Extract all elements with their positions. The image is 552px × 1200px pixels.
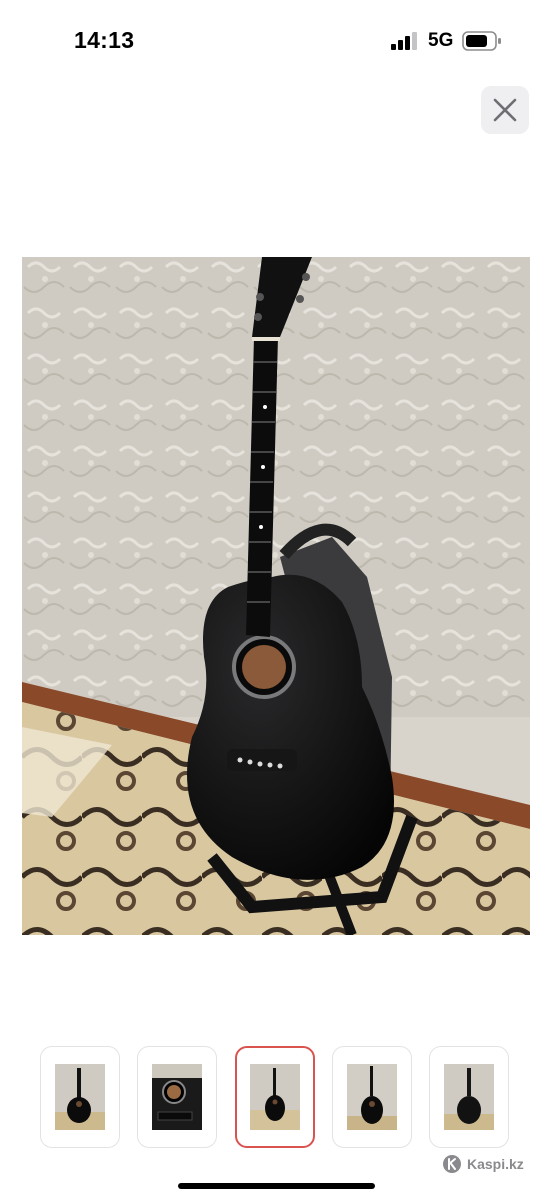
thumbnail-3-selected[interactable] (235, 1046, 315, 1148)
guitar-photo-image (22, 257, 530, 935)
thumbnail-5[interactable] (429, 1046, 509, 1148)
thumbnail-4[interactable] (332, 1046, 412, 1148)
network-label: 5G (428, 30, 454, 51)
guitar-back-thumb (444, 1064, 494, 1130)
guitar-on-stand-thumb (250, 1064, 300, 1130)
kaspi-branding: Kaspi.kz (442, 1153, 524, 1175)
guitar-front-thumb (347, 1064, 397, 1130)
thumbnail-1[interactable] (40, 1046, 120, 1148)
thumbnail-2[interactable] (137, 1046, 217, 1148)
thumbnail-strip (40, 1046, 512, 1150)
signal-bars-icon (391, 32, 417, 50)
kaspi-logo-icon (443, 1155, 461, 1173)
main-product-photo[interactable] (22, 257, 530, 935)
status-bar: 14:13 5G (0, 0, 552, 80)
guitar-soundhole-closeup-thumb (152, 1064, 202, 1130)
status-time: 14:13 (74, 27, 135, 53)
battery-icon (462, 31, 501, 51)
close-icon (493, 98, 517, 122)
brand-text: Kaspi.kz (467, 1156, 524, 1172)
home-indicator[interactable] (178, 1183, 375, 1189)
close-button[interactable] (481, 86, 529, 134)
guitar-full-thumb (55, 1064, 105, 1130)
